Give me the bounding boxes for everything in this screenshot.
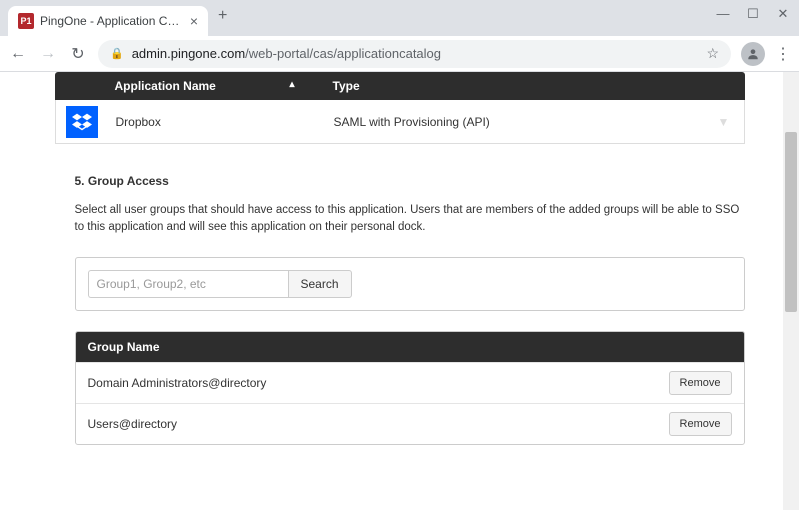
- close-tab-icon[interactable]: ×: [190, 13, 198, 29]
- app-name: Dropbox: [108, 115, 308, 129]
- group-search-input[interactable]: [88, 270, 288, 298]
- expand-row-icon[interactable]: ▼: [704, 115, 744, 129]
- group-access-section: 5. Group Access Select all user groups t…: [55, 144, 745, 510]
- section-description: Select all user groups that should have …: [75, 202, 745, 237]
- favicon: P1: [18, 13, 34, 29]
- back-button[interactable]: ←: [8, 45, 28, 63]
- url-text: admin.pingone.com/web-portal/cas/applica…: [132, 46, 441, 61]
- bookmark-icon[interactable]: ☆: [706, 45, 719, 62]
- search-button[interactable]: Search: [288, 270, 352, 298]
- address-bar[interactable]: 🔒 admin.pingone.com/web-portal/cas/appli…: [98, 40, 731, 68]
- scrollbar-track[interactable]: [783, 72, 799, 510]
- remove-button[interactable]: Remove: [669, 371, 732, 395]
- lock-icon: 🔒: [110, 47, 124, 60]
- maximize-icon[interactable]: ☐: [745, 6, 761, 22]
- browser-tab-strip: P1 PingOne - Application Catalog × + — ☐…: [0, 0, 799, 36]
- remove-button[interactable]: Remove: [669, 412, 732, 436]
- new-tab-button[interactable]: +: [208, 7, 237, 25]
- browser-toolbar: ← → ↻ 🔒 admin.pingone.com/web-portal/cas…: [0, 36, 799, 72]
- scrollbar-thumb[interactable]: [785, 132, 797, 312]
- group-name: Users@directory: [88, 417, 669, 431]
- minimize-icon[interactable]: —: [715, 6, 731, 22]
- app-table-header: Application Name ▴ Type: [55, 72, 745, 100]
- app-row[interactable]: Dropbox SAML with Provisioning (API) ▼: [55, 100, 745, 144]
- section-title: 5. Group Access: [75, 174, 745, 188]
- close-window-icon[interactable]: ✕: [775, 6, 791, 22]
- column-application-name[interactable]: Application Name ▴: [107, 79, 307, 93]
- app-type: SAML with Provisioning (API): [308, 115, 704, 129]
- table-row: Domain Administrators@directory Remove: [76, 362, 744, 403]
- group-table: Group Name Domain Administrators@directo…: [75, 331, 745, 445]
- menu-icon[interactable]: ⋮: [775, 44, 791, 64]
- forward-button[interactable]: →: [38, 45, 58, 63]
- group-table-header: Group Name: [76, 332, 744, 362]
- page-viewport: Application Name ▴ Type Dropbox SAML wit…: [0, 72, 799, 510]
- dropbox-icon: [66, 106, 98, 138]
- group-name: Domain Administrators@directory: [88, 376, 669, 390]
- reload-button[interactable]: ↻: [68, 44, 88, 64]
- table-row: Users@directory Remove: [76, 403, 744, 444]
- profile-avatar[interactable]: [741, 42, 765, 66]
- column-type[interactable]: Type: [307, 79, 360, 93]
- group-search-panel: Search: [75, 257, 745, 311]
- sort-caret-icon: ▴: [289, 79, 294, 90]
- browser-tab[interactable]: P1 PingOne - Application Catalog ×: [8, 6, 208, 36]
- tab-title: PingOne - Application Catalog: [40, 14, 184, 28]
